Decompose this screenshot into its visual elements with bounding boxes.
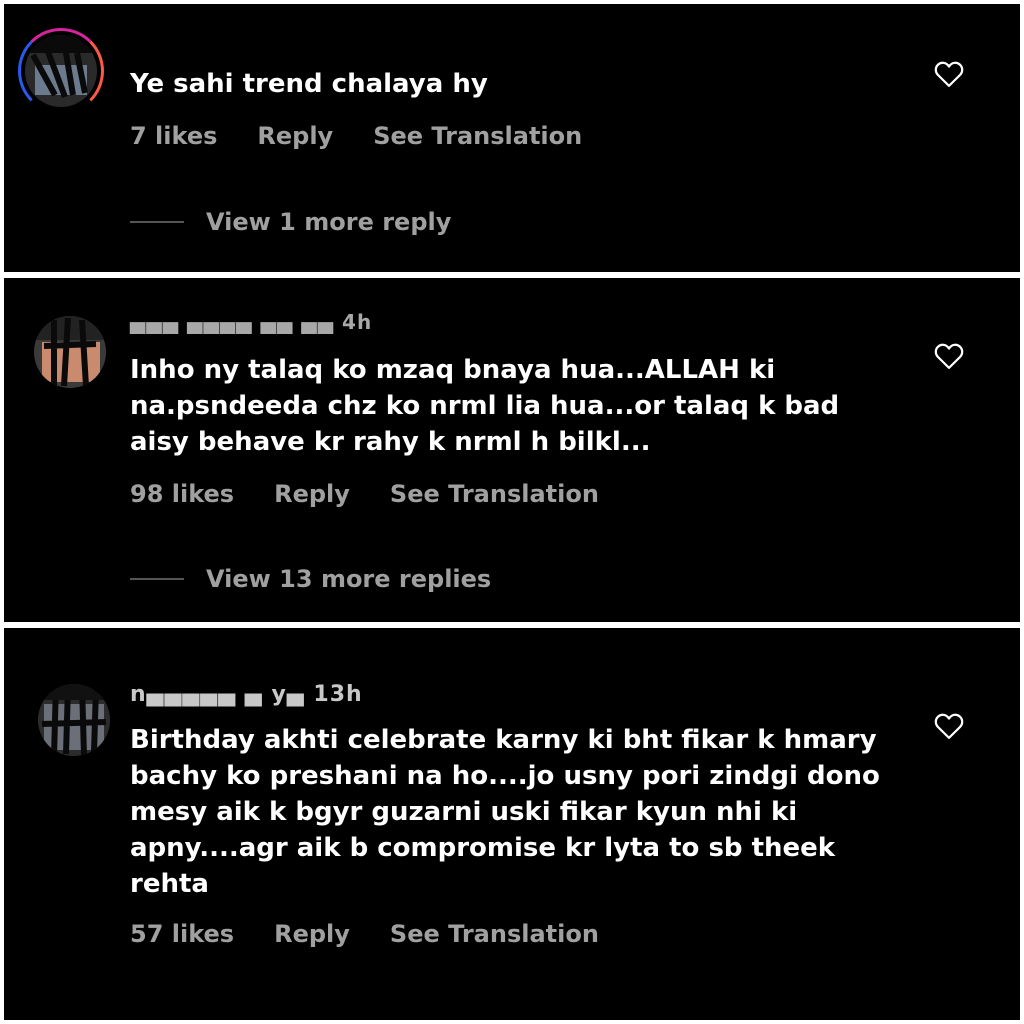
comment-username[interactable]: n▄▄▄▄▄ ▄ y▄ 13h bbox=[130, 682, 363, 707]
likes-count[interactable]: 7 likes bbox=[130, 122, 217, 150]
comment-text: Birthday akhti celebrate karny ki bht fi… bbox=[130, 725, 880, 899]
heart-icon[interactable] bbox=[934, 60, 964, 88]
see-translation-button[interactable]: See Translation bbox=[373, 122, 582, 150]
avatar[interactable] bbox=[25, 35, 97, 107]
reply-button[interactable]: Reply bbox=[257, 122, 333, 150]
comment-panel-3: n▄▄▄▄▄ ▄ y▄ 13h Birthday akhti celebrate… bbox=[4, 628, 1020, 1020]
heart-icon[interactable] bbox=[934, 342, 964, 370]
comment-panel-2: ▄▄▄ ▄▄▄▄ ▄▄ ▄▄ 4h Inho ny talaq ko mzaq … bbox=[4, 278, 1020, 622]
comment-username[interactable]: ▄▄▄ ▄▄▄▄ ▄▄ ▄▄ 4h bbox=[130, 310, 372, 334]
divider-line bbox=[130, 578, 184, 580]
comment-panel-1: Ye sahi trend chalaya hy 7 likes Reply S… bbox=[4, 4, 1020, 272]
see-translation-button[interactable]: See Translation bbox=[390, 480, 599, 508]
view-more-label: View 13 more replies bbox=[206, 565, 492, 593]
comment-actions: 7 likes Reply See Translation bbox=[130, 122, 582, 150]
comment-actions: 98 likes Reply See Translation bbox=[130, 480, 599, 508]
reply-button[interactable]: Reply bbox=[274, 480, 350, 508]
divider-line bbox=[130, 221, 184, 223]
view-more-replies-button[interactable]: View 13 more replies bbox=[130, 565, 491, 593]
avatar[interactable] bbox=[34, 316, 106, 388]
comment-text: Ye sahi trend chalaya hy bbox=[130, 69, 488, 99]
comment-text: Inho ny talaq ko mzaq bnaya hua...ALLAH … bbox=[130, 355, 840, 457]
comment-actions: 57 likes Reply See Translation bbox=[130, 920, 599, 948]
reply-button[interactable]: Reply bbox=[274, 920, 350, 948]
likes-count[interactable]: 98 likes bbox=[130, 480, 234, 508]
avatar[interactable] bbox=[38, 684, 110, 756]
view-more-replies-button[interactable]: View 1 more reply bbox=[130, 208, 451, 236]
view-more-label: View 1 more reply bbox=[206, 208, 452, 236]
heart-icon[interactable] bbox=[934, 712, 964, 740]
see-translation-button[interactable]: See Translation bbox=[390, 920, 599, 948]
likes-count[interactable]: 57 likes bbox=[130, 920, 234, 948]
